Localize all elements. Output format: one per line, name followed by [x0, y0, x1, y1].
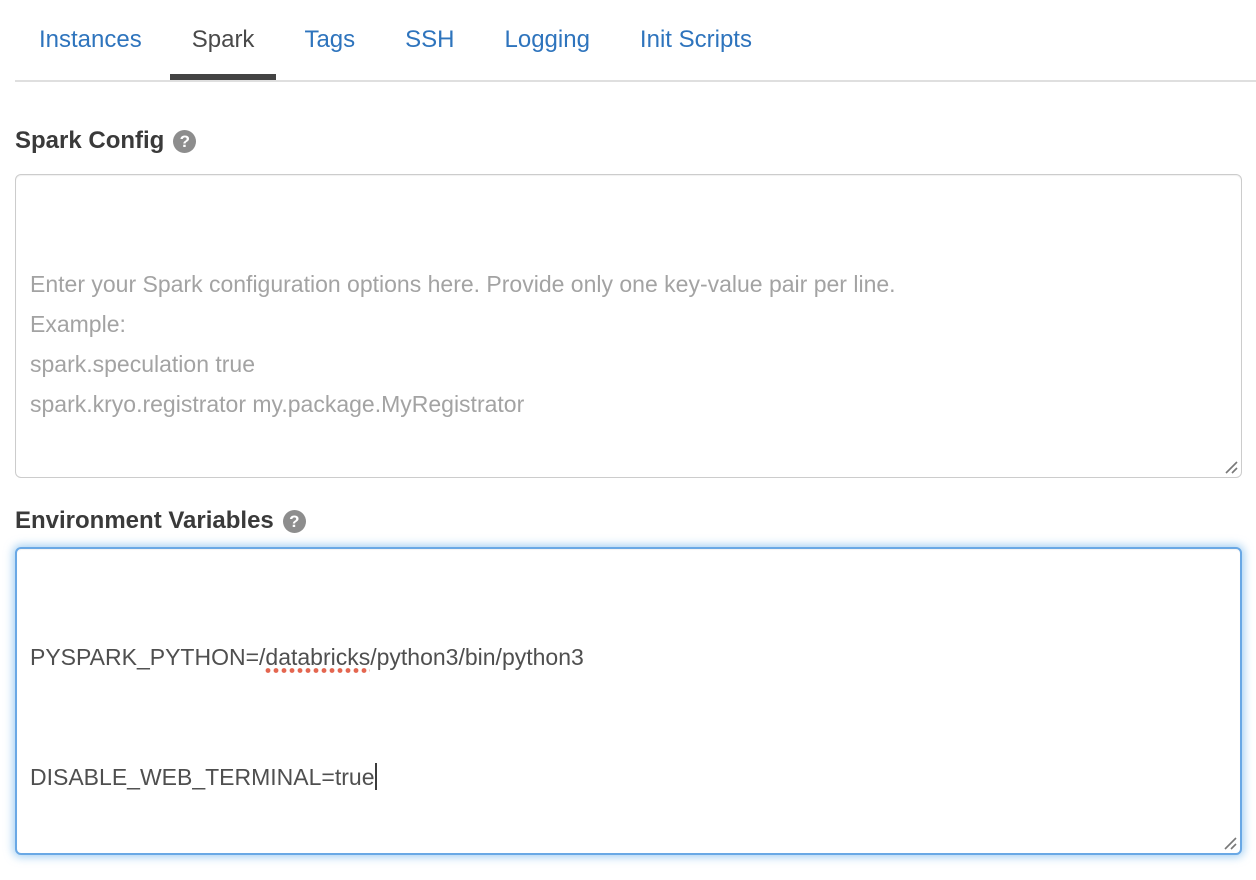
environment-variables-help-icon[interactable]: ?	[283, 510, 306, 533]
env-var-1-misspelled-word: databricks	[265, 644, 370, 673]
tab-instances[interactable]: Instances	[17, 26, 164, 80]
tab-logging[interactable]: Logging	[483, 26, 612, 80]
text-cursor	[375, 763, 377, 790]
spark-config-help-icon[interactable]: ?	[173, 130, 196, 153]
spark-config-label: Spark Config	[15, 128, 164, 154]
tab-ssh[interactable]: SSH	[383, 26, 476, 80]
tab-tags[interactable]: Tags	[282, 26, 377, 80]
environment-variables-label-row: Environment Variables ?	[15, 508, 1242, 534]
tab-spark[interactable]: Spark	[170, 26, 277, 80]
env-var-line-1: PYSPARK_PYTHON=/databricks/python3/bin/p…	[30, 637, 1227, 677]
spark-config-placeholder: Enter your Spark configuration options h…	[30, 264, 1227, 424]
spark-config-label-row: Spark Config ?	[15, 128, 1242, 154]
environment-variables-textarea[interactable]: PYSPARK_PYTHON=/databricks/python3/bin/p…	[15, 547, 1242, 855]
env-var-2-text: DISABLE_WEB_TERMINAL=true	[30, 764, 374, 790]
env-var-1-prefix: PYSPARK_PYTHON=/	[30, 644, 265, 670]
resize-handle-icon[interactable]	[1224, 837, 1237, 850]
env-var-line-2: DISABLE_WEB_TERMINAL=true	[30, 757, 1227, 797]
tab-bar: Instances Spark Tags SSH Logging Init Sc…	[15, 0, 1256, 82]
environment-variables-label: Environment Variables	[15, 508, 274, 534]
tab-init-scripts[interactable]: Init Scripts	[618, 26, 774, 80]
resize-handle-icon[interactable]	[1225, 461, 1238, 474]
env-var-1-suffix: /python3/bin/python3	[370, 644, 584, 670]
spark-config-textarea[interactable]: Enter your Spark configuration options h…	[15, 174, 1242, 478]
